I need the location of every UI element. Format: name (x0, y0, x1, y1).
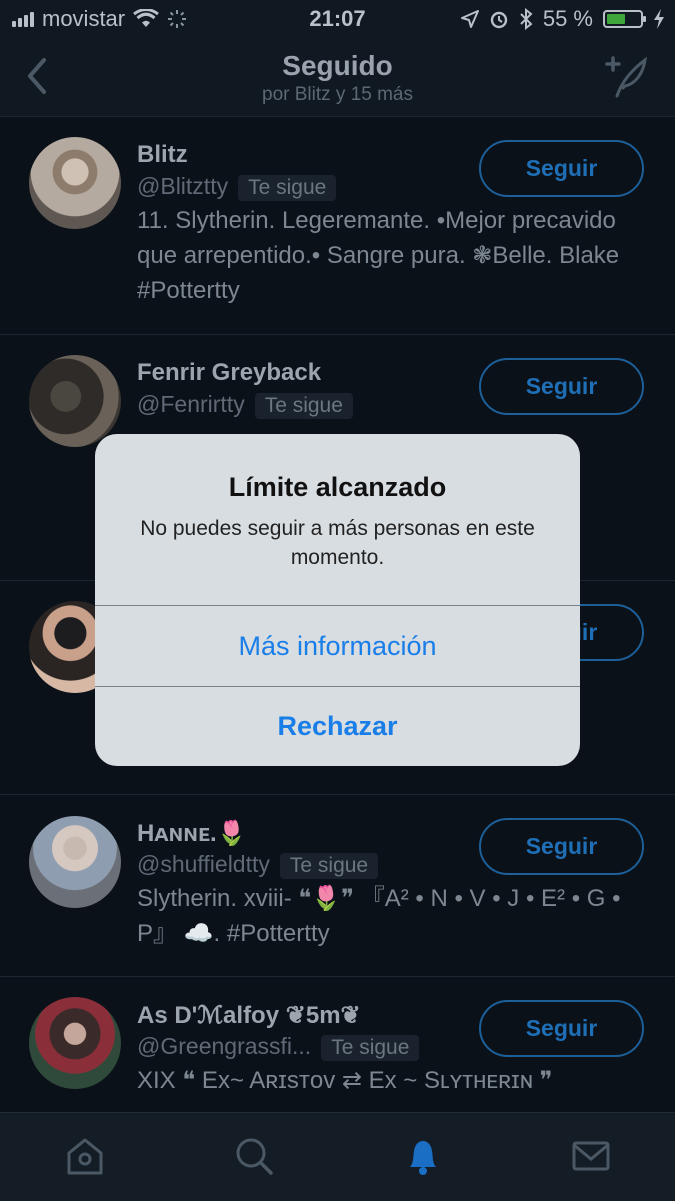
page-subtitle: por Blitz y 15 más (262, 84, 413, 105)
mail-icon[interactable] (570, 1135, 612, 1177)
dismiss-button[interactable]: Rechazar (95, 687, 580, 766)
follows-you-badge: Te sigue (321, 1035, 420, 1061)
follow-button[interactable]: Seguir (479, 140, 644, 197)
bluetooth-icon (520, 8, 533, 30)
compose-tweet-icon[interactable] (603, 54, 649, 100)
bell-icon[interactable] (402, 1135, 444, 1177)
more-info-button[interactable]: Más información (95, 606, 580, 686)
avatar[interactable] (29, 816, 121, 908)
list-item[interactable]: Hᴀɴɴᴇ.🌷 @shuffieldtty Te sigue Slytherin.… (0, 795, 675, 977)
user-handle-line: @Greengrassfi... Te sigue (137, 1033, 420, 1061)
alert-message: No puedes seguir a más personas en este … (140, 517, 535, 569)
user-name[interactable]: Fenrir Greyback (137, 359, 321, 387)
follow-button[interactable]: Seguir (479, 1000, 644, 1057)
page-title: Seguido (282, 50, 393, 81)
status-bar: movistar 21:07 55 % (0, 0, 675, 40)
alert-title: Límite alcanzado (228, 472, 447, 502)
user-handle-line: @Fenrirtty Te sigue (137, 391, 353, 419)
follows-you-badge: Te sigue (238, 175, 337, 201)
battery-icon (603, 10, 646, 28)
user-handle-line: @shuffieldtty Te sigue (137, 851, 379, 879)
user-handle: @shuffieldtty (137, 851, 270, 877)
follows-you-badge: Te sigue (254, 393, 353, 419)
user-bio: Slytherin. xviii- ❝🌷❞ 『A² • N • V • J • … (137, 885, 621, 947)
avatar[interactable] (29, 137, 121, 229)
location-icon (460, 10, 479, 28)
user-bio: XIX ❝ Ex~ Aʀɪsᴛᴏᴠ ⇄ Ex ~ Sʟʏᴛʜᴇʀɪɴ ❞ (137, 1067, 553, 1094)
alert-dialog: Límite alcanzado No puedes seguir a más … (95, 434, 580, 766)
charging-bolt-icon (654, 9, 664, 29)
follow-button[interactable]: Seguir (479, 818, 644, 875)
follow-button[interactable]: Seguir (479, 358, 644, 415)
avatar[interactable] (29, 355, 121, 447)
list-item[interactable]: Blitz @Blitztty Te sigue 11. Slytherin. L… (0, 117, 675, 335)
follows-you-badge: Te sigue (279, 853, 379, 879)
battery-percent: 55 % (542, 6, 593, 31)
search-icon[interactable] (233, 1135, 275, 1177)
alarm-icon (490, 11, 508, 29)
user-handle: @Blitztty (137, 173, 229, 199)
user-name[interactable]: Blitz (137, 141, 188, 169)
avatar[interactable] (29, 997, 121, 1089)
user-name[interactable]: Hᴀɴɴᴇ.🌷 (137, 819, 247, 848)
tab-bar (0, 1112, 675, 1201)
user-handle: @Greengrassfi... (137, 1033, 312, 1059)
user-bio: 11. Slytherin. Legeremante. •Mejor preca… (137, 207, 620, 304)
status-right: 55 % (460, 6, 665, 32)
user-handle: @Fenrirtty (137, 391, 245, 417)
user-name[interactable]: As D'ℳalfoy ❦5m❦ (137, 1001, 361, 1030)
user-handle-line: @Blitztty Te sigue (137, 173, 337, 201)
navigation-bar: Seguido por Blitz y 15 más (0, 40, 675, 117)
home-icon[interactable] (64, 1135, 106, 1177)
